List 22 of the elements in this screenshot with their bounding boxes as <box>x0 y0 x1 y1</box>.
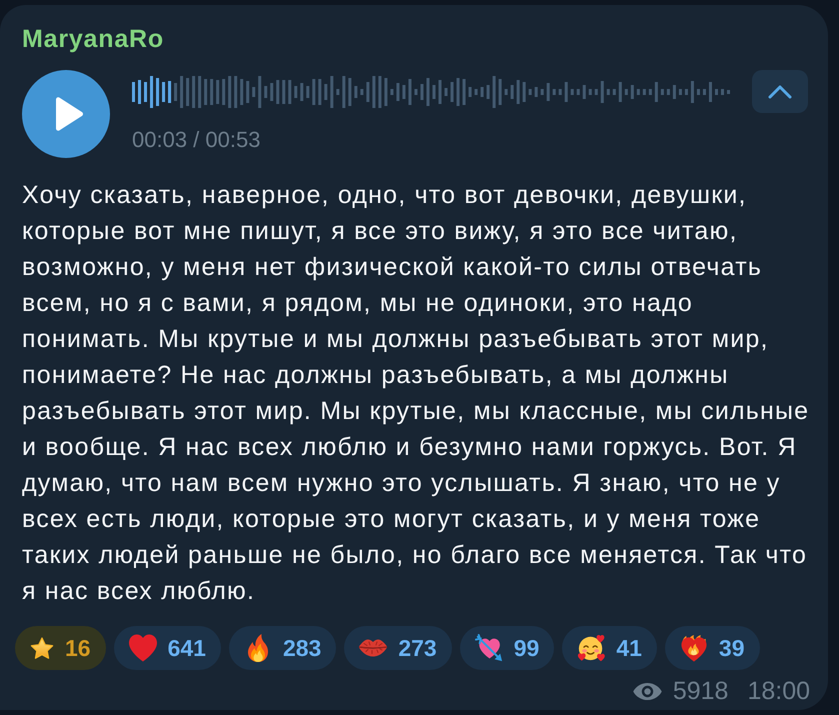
waveform-seek-bar[interactable] <box>132 75 730 109</box>
message-time: 18:00 <box>747 677 810 705</box>
chevron-up-icon <box>768 84 792 98</box>
smiling-face-hearts-icon <box>577 634 606 662</box>
heart-arrow-icon <box>474 634 503 662</box>
play-icon <box>56 97 82 131</box>
reaction-button[interactable]: 99 <box>460 626 554 670</box>
eye-icon <box>632 682 663 700</box>
sender-name: MaryanaRo <box>22 24 164 54</box>
voice-time: 00:03 / 00:53 <box>132 127 260 153</box>
star-icon <box>30 636 54 660</box>
reaction-button[interactable]: 39 <box>664 626 760 670</box>
message-text: Хочу сказать, наверное, одно, что вот девочки, девушки, которые вот мне пишут, я все это вижу, я это все читаю, возможно, у меня нет физической какой-то силы отвечать всем, но я с вами, я рядом, мы не одиноки, это надо понимать. Мы крутые и мы должны разъебывать этот мир, понимаете? Не нас должны разъебывать, а мы должны разъебывать этот мир. Мы крутые, мы классные, мы сильные и вообще. Я нас всех люблю и безумно нами горжусь. Вот. Я думаю, что нам всем нужно это услышать. Я знаю, что не у всех есть люди, которые это могут сказать, и у меня тоже таких людей раньше не было, но благо все меняется. Так что я нас всех люблю. <box>22 180 810 607</box>
reaction-button[interactable]: 16 <box>15 626 106 670</box>
reaction-button[interactable]: 273 <box>344 626 452 670</box>
view-count: 5918 <box>672 677 728 705</box>
reaction-button[interactable]: 641 <box>114 626 221 670</box>
reaction-button[interactable]: 41 <box>562 626 657 670</box>
transcription-toggle-button[interactable] <box>752 70 808 113</box>
heart-icon <box>128 634 157 662</box>
reaction-button[interactable]: 283 <box>228 626 336 670</box>
flaming-heart-icon <box>680 634 708 662</box>
